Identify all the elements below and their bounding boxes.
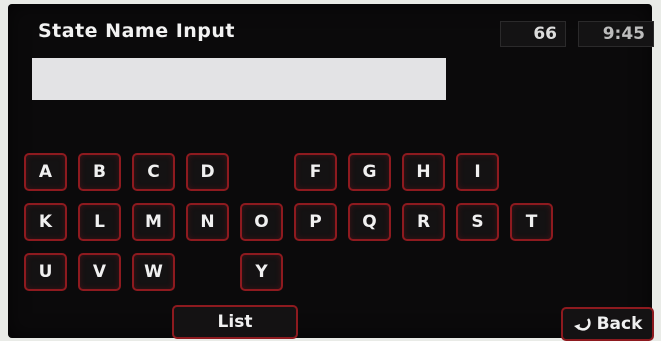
clock: 9:45: [578, 21, 654, 47]
back-button-label: Back: [596, 314, 643, 334]
key-C[interactable]: C: [132, 153, 175, 191]
list-button[interactable]: List: [172, 305, 298, 339]
key-N[interactable]: N: [186, 203, 229, 241]
state-name-input[interactable]: [32, 58, 446, 100]
key-Y[interactable]: Y: [240, 253, 283, 291]
key-F[interactable]: F: [294, 153, 337, 191]
nav-screen: State Name Input 66 9:45 A B C D F G H I…: [8, 4, 654, 341]
key-V[interactable]: V: [78, 253, 121, 291]
list-button-label: List: [217, 312, 253, 332]
key-L[interactable]: L: [78, 203, 121, 241]
key-S[interactable]: S: [456, 203, 499, 241]
key-G[interactable]: G: [348, 153, 391, 191]
key-B[interactable]: B: [78, 153, 121, 191]
key-H[interactable]: H: [402, 153, 445, 191]
key-P[interactable]: P: [294, 203, 337, 241]
key-W[interactable]: W: [132, 253, 175, 291]
key-Q[interactable]: Q: [348, 203, 391, 241]
key-D[interactable]: D: [186, 153, 229, 191]
page-title: State Name Input: [38, 20, 235, 42]
key-O[interactable]: O: [240, 203, 283, 241]
key-A[interactable]: A: [24, 153, 67, 191]
key-T[interactable]: T: [510, 203, 553, 241]
status-count: 66: [500, 21, 566, 47]
return-arrow-icon: [573, 316, 591, 332]
key-K[interactable]: K: [24, 203, 67, 241]
back-button[interactable]: Back: [561, 307, 654, 341]
key-I[interactable]: I: [456, 153, 499, 191]
key-R[interactable]: R: [402, 203, 445, 241]
key-M[interactable]: M: [132, 203, 175, 241]
key-U[interactable]: U: [24, 253, 67, 291]
